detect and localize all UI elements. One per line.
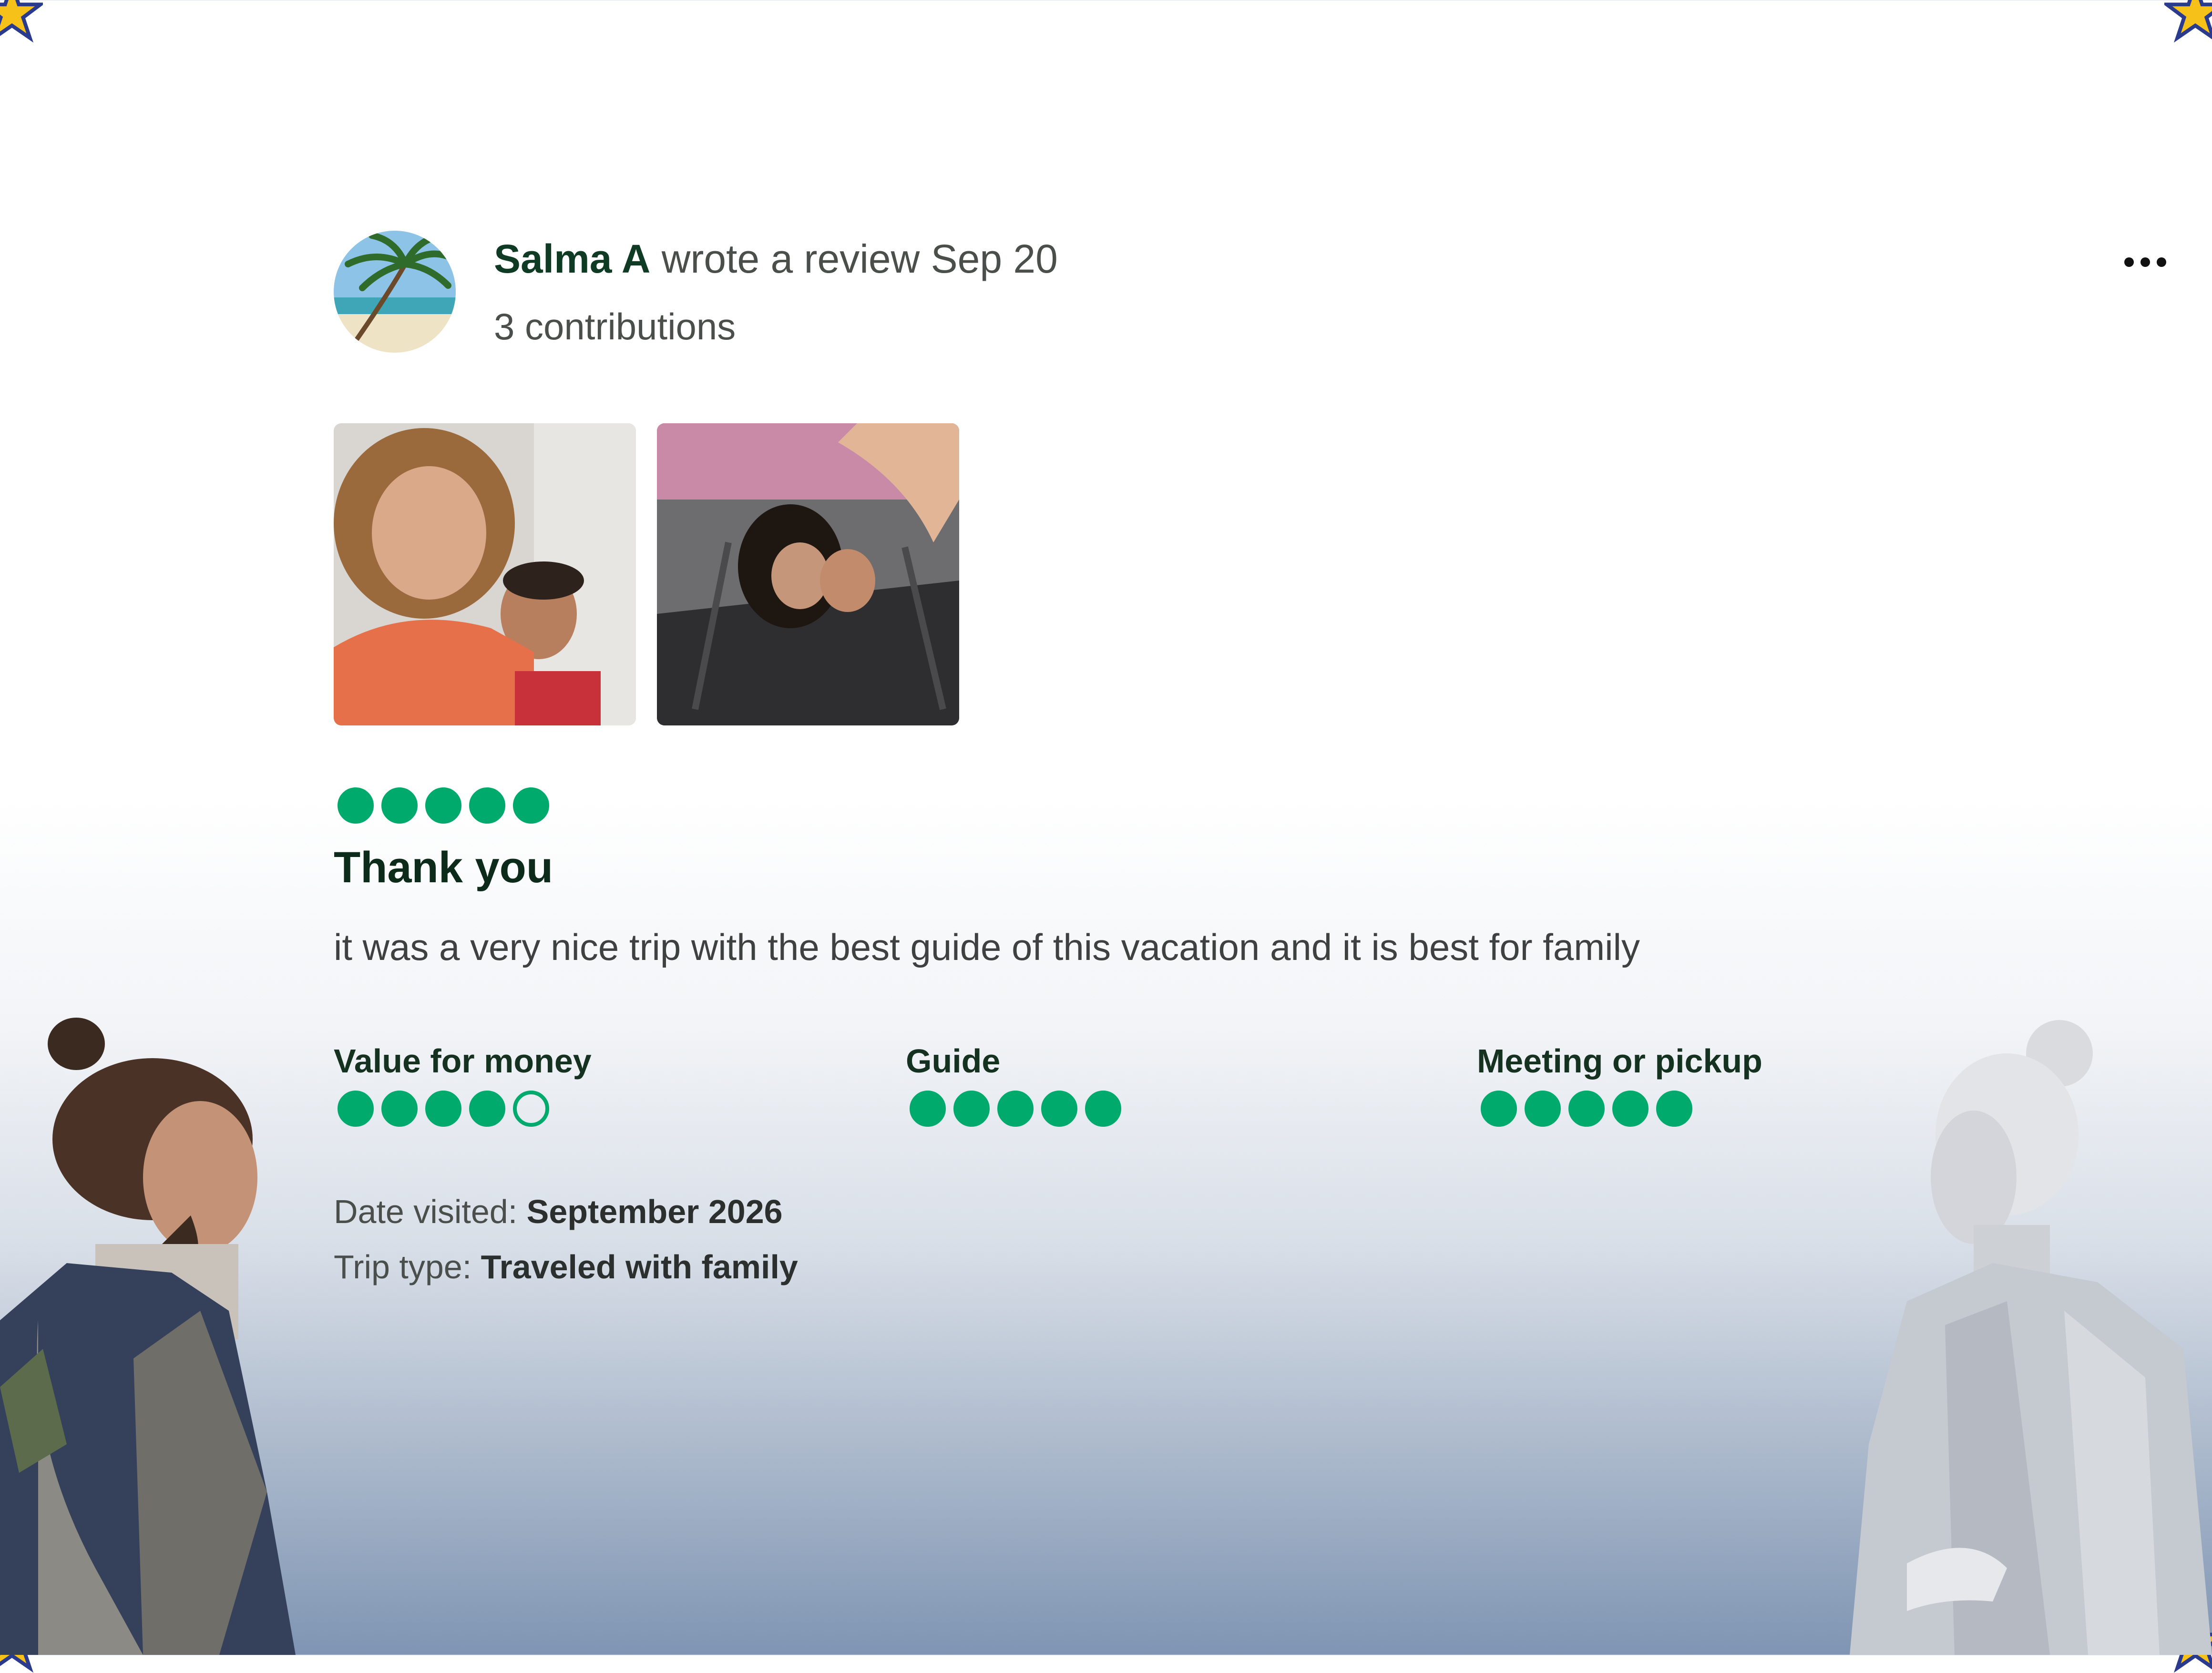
bubble-rating-icon	[910, 1091, 946, 1127]
bubble-rating-icon	[1481, 1091, 1517, 1127]
bubble-rating-icon	[469, 1091, 505, 1127]
date-visited-value: September 2026	[526, 1193, 783, 1230]
review-photo[interactable]	[334, 423, 636, 725]
subrating-bubbles	[1481, 1091, 1692, 1127]
bubble-rating-icon	[338, 787, 374, 824]
statue-figure-image	[1850, 1020, 2212, 1655]
subrating-bubbles	[338, 1091, 549, 1127]
trip-type: Trip type: Traveled with family	[334, 1248, 798, 1286]
contributions-count: 3 contributions	[494, 306, 736, 347]
bubble-rating-icon	[381, 787, 418, 824]
star-icon	[0, 0, 43, 43]
subrating-label: Meeting or pickup	[1477, 1042, 1762, 1080]
bubble-rating-icon	[1041, 1091, 1077, 1127]
avatar[interactable]	[334, 231, 456, 353]
bubble-rating-icon	[1525, 1091, 1561, 1127]
review-photo[interactable]	[657, 423, 959, 725]
trip-type-value: Traveled with family	[481, 1248, 798, 1285]
man-figure-image	[0, 1018, 296, 1655]
review-title[interactable]: Thank you	[334, 843, 553, 893]
subrating-bubbles	[910, 1091, 1121, 1127]
bubble-rating-icon	[953, 1091, 990, 1127]
bubble-rating-icon	[1656, 1091, 1692, 1127]
review-header: Salma A wrote a review Sep 20	[494, 233, 1058, 285]
more-options-icon[interactable]	[2117, 248, 2174, 276]
author-name[interactable]: Salma A	[494, 236, 650, 281]
date-visited: Date visited: September 2026	[334, 1193, 783, 1231]
bubble-rating-icon	[513, 787, 549, 824]
bubble-rating-icon	[469, 787, 505, 824]
bubble-rating-icon	[1568, 1091, 1605, 1127]
bubble-rating-icon	[513, 1091, 549, 1127]
overall-rating	[338, 787, 549, 824]
bubble-rating-icon	[997, 1091, 1034, 1127]
bubble-rating-icon	[1085, 1091, 1121, 1127]
bubble-rating-icon	[381, 1091, 418, 1127]
subrating-label: Value for money	[334, 1042, 592, 1080]
bubble-rating-icon	[425, 787, 461, 824]
review-date: wrote a review Sep 20	[661, 236, 1058, 281]
bubble-rating-icon	[425, 1091, 461, 1127]
star-icon	[2164, 0, 2212, 43]
subrating-label: Guide	[906, 1042, 1001, 1080]
bubble-rating-icon	[1612, 1091, 1649, 1127]
review-body: it was a very nice trip with the best gu…	[334, 926, 1640, 968]
